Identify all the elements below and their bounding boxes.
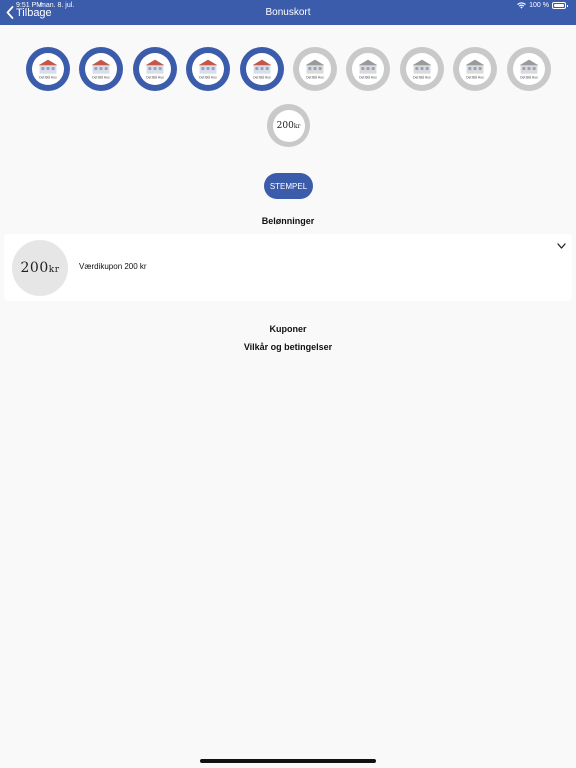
reward-thumb-value: 200	[20, 260, 49, 276]
stamp-logo: Det Blå Hus	[192, 53, 225, 85]
stamp-logo: Det Blå Hus	[32, 53, 64, 85]
stamp-logo-text: Det Blå Hus	[306, 75, 324, 79]
stamp-logo: Det Blå Hus	[352, 53, 385, 85]
stamp-logo: Det Blå Hus	[245, 53, 278, 85]
stamp-logo: Det Blå Hus	[138, 53, 171, 85]
house-logo-icon: Det Blå Hus	[198, 59, 218, 79]
stamp-logo-text: Det Blå Hus	[360, 75, 378, 79]
house-logo-icon: Det Blå Hus	[252, 59, 271, 79]
house-logo-icon: Det Blå Hus	[92, 59, 111, 79]
stamp-logo-text: Det Blå Hus	[520, 75, 538, 79]
reward-stamp-value: 200	[276, 120, 294, 131]
reward-label: Værdikupon 200 kr	[79, 262, 147, 271]
stamp-empty: Det Blå Hus	[399, 47, 444, 91]
rewards-heading: Belønninger	[261, 216, 315, 226]
stamp-empty: Det Blå Hus	[346, 47, 391, 91]
reward-stamp-unit: kr	[293, 122, 301, 130]
house-logo-icon: Det Blå Hus	[359, 59, 378, 79]
house-logo-icon: Det Blå Hus	[145, 59, 165, 79]
stamp-collected: Det Blå Hus	[186, 47, 231, 91]
reward-card[interactable]: 200kr Værdikupon 200 kr	[4, 234, 572, 301]
house-logo-icon: Det Blå Hus	[519, 59, 538, 79]
stamp-logo-text: Det Blå Hus	[146, 75, 164, 79]
stamp-logo: Det Blå Hus	[459, 53, 492, 85]
stamp-collected: Det Blå Hus	[26, 47, 70, 91]
stamp-logo: Det Blå Hus	[405, 53, 438, 85]
stamp-logo: Det Blå Hus	[299, 53, 331, 85]
terms-link[interactable]: Vilkår og betingelser	[0, 342, 576, 352]
stamp-collected: Det Blå Hus	[239, 47, 284, 91]
reward-thumb-unit: kr	[48, 265, 60, 275]
stamp-empty: Det Blå Hus	[453, 47, 498, 91]
reward-stamp-face: 200kr	[272, 109, 305, 142]
stamp-logo-text: Det Blå Hus	[199, 75, 217, 79]
house-logo-icon: Det Blå Hus	[38, 59, 58, 79]
stamp-empty: Det Blå Hus	[293, 47, 337, 91]
stamp-collected: Det Blå Hus	[132, 47, 177, 91]
stamp-empty: Det Blå Hus	[506, 47, 551, 91]
home-indicator	[200, 759, 376, 763]
house-logo-icon: Det Blå Hus	[305, 59, 325, 79]
stamp-logo-text: Det Blå Hus	[253, 75, 271, 79]
house-logo-icon: Det Blå Hus	[465, 59, 485, 79]
stamp-logo-text: Det Blå Hus	[39, 75, 57, 79]
coupons-link[interactable]: Kuponer	[0, 324, 576, 334]
reward-stamp-text: 200kr	[277, 121, 301, 131]
stamp-collected: Det Blå Hus	[79, 47, 124, 91]
stempel-button[interactable]: STEMPEL	[264, 173, 313, 199]
stamp-logo-text: Det Blå Hus	[413, 75, 431, 79]
stamp-logo-text: Det Blå Hus	[466, 75, 484, 79]
navigation-bar: 9:51 PM man. 8. jul. 100 % Tilbage Bonus…	[0, 0, 576, 25]
stamp-logo: Det Blå Hus	[85, 53, 118, 85]
stamp-logo: Det Blå Hus	[512, 53, 545, 85]
stamp-logo-text: Det Blå Hus	[93, 75, 111, 79]
house-logo-icon: Det Blå Hus	[412, 59, 432, 79]
page-title: Bonuskort	[265, 7, 311, 18]
chevron-down-icon[interactable]	[557, 243, 566, 249]
reward-stamp: 200kr	[267, 104, 310, 147]
reward-thumbnail: 200kr	[12, 240, 68, 296]
reward-thumbnail-text: 200kr	[21, 260, 60, 276]
